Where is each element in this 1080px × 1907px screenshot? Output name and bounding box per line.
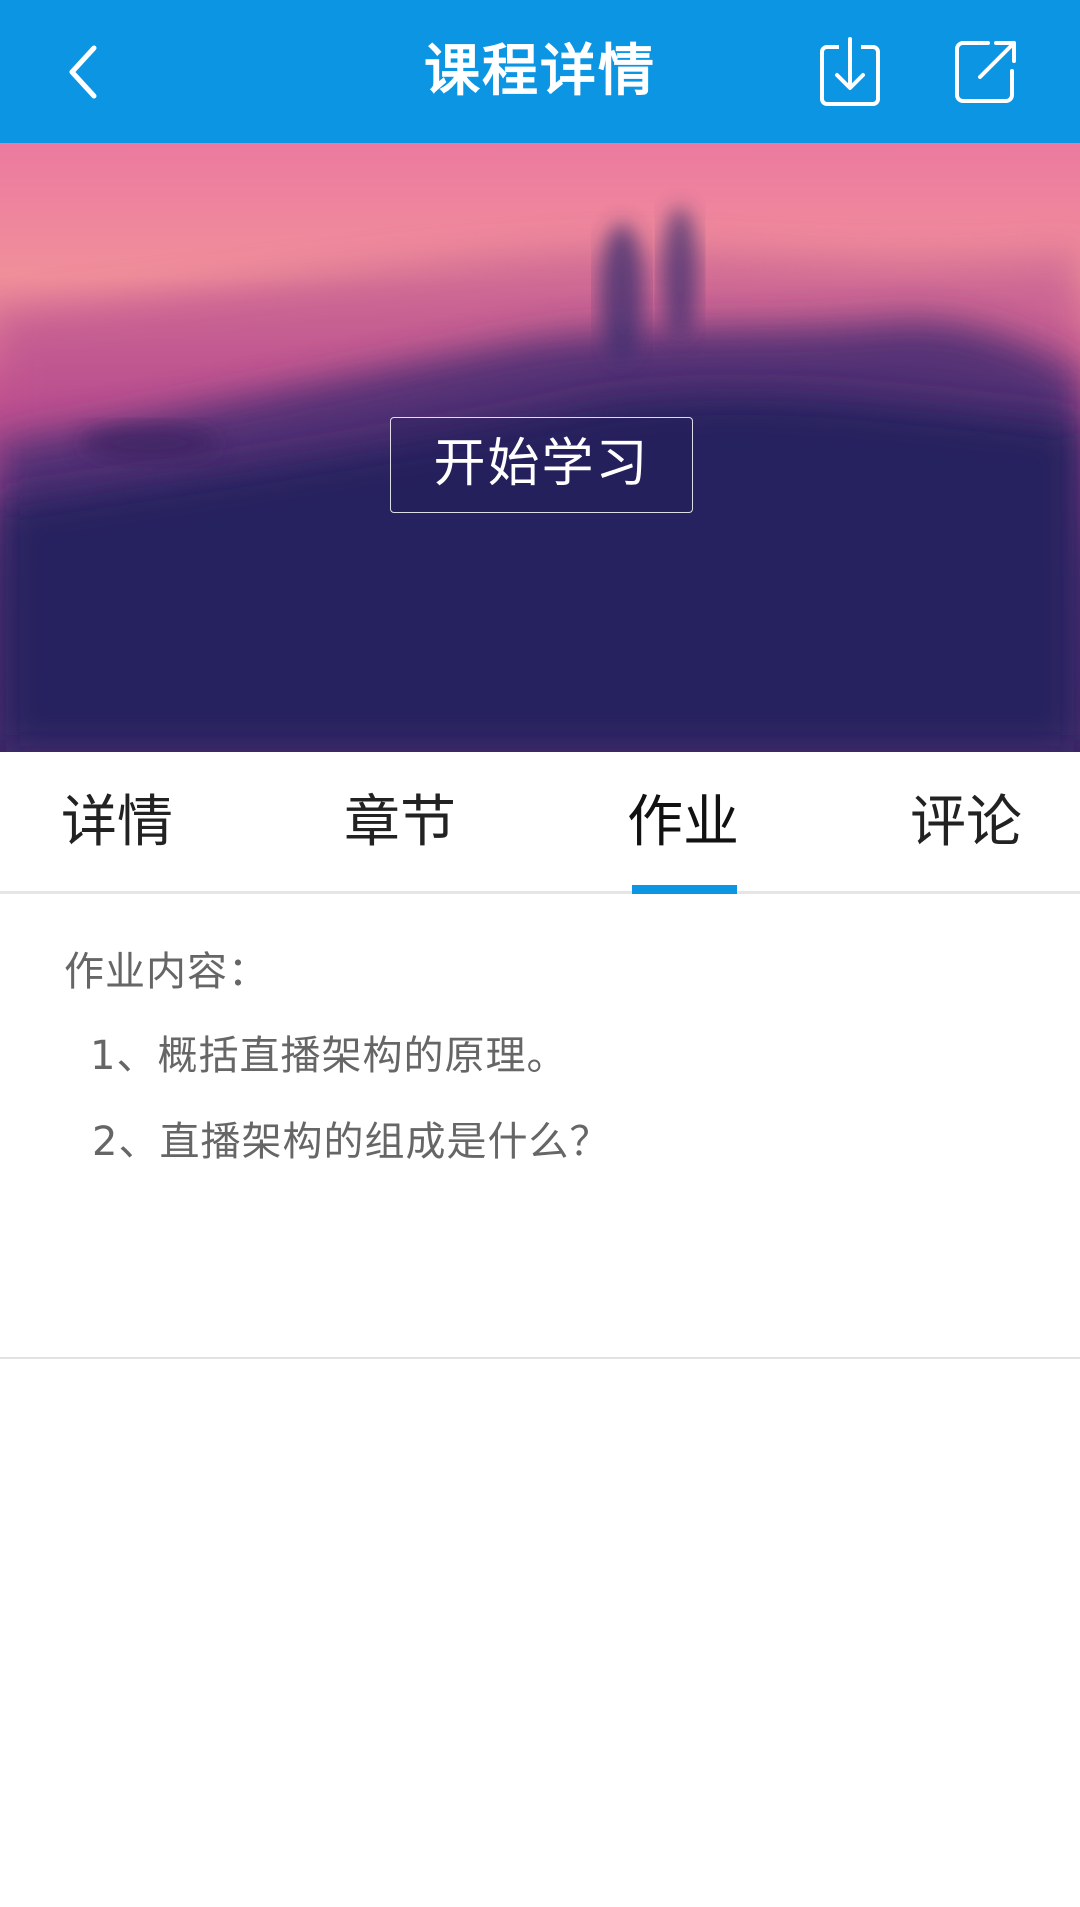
share-button[interactable] (948, 34, 1024, 110)
tab-details[interactable]: 详情 (37, 752, 197, 894)
homework-question: 2、直播架构的组成是什么？ (92, 1119, 611, 1165)
homework-question: 1、概括直播架构的原理。 (90, 1033, 568, 1079)
tab-chapters[interactable]: 章节 (320, 752, 480, 894)
start-learning-button[interactable]: 开始学习 (390, 417, 693, 513)
page-title: 课程详情 (424, 39, 656, 104)
course-cover-banner: 开始学习 (0, 143, 1080, 752)
course-tab-bar: 详情 章节 作业 评论 (0, 752, 1080, 894)
tab-comments[interactable]: 评论 (886, 752, 1046, 894)
share-external-icon (955, 41, 1016, 103)
homework-heading: 作业内容： (64, 949, 269, 995)
tab-homework[interactable]: 作业 (603, 752, 763, 894)
download-button[interactable] (812, 34, 888, 110)
course-detail-page: 课程详情 开始学习 详情 章节 作业 评论 作业内容： 1、概括直播架构的原理。… (0, 0, 1080, 1907)
homework-panel: 作业内容： 1、概括直播架构的原理。 2、直播架构的组成是什么？ (0, 897, 1080, 1359)
download-icon (820, 37, 880, 106)
top-navigation-bar: 课程详情 (0, 0, 1080, 143)
active-tab-indicator (632, 885, 737, 894)
